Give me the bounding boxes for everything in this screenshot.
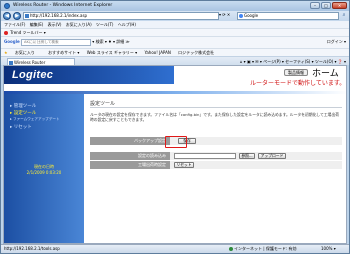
backup-label: バックアップ設定 [90, 137, 170, 145]
sidebar-item-management-tools[interactable]: ▸ 管理ツール [10, 103, 36, 109]
restore-row: 設定の読み込み 参照... アップロード [90, 152, 342, 160]
menu-file[interactable]: ファイル(F) [4, 22, 25, 27]
factory-reset-row: 工場出荷時設定 リセット [90, 161, 342, 169]
sidebar-item-firmware-update[interactable]: ▸ ファームウェアアップデート [10, 117, 60, 122]
title-bar: Wireless Router - Windows Internet Explo… [1, 1, 349, 11]
page-icon [25, 14, 29, 18]
sidebar-item-reset[interactable]: ▸ リセット [10, 124, 32, 130]
factory-reset-value: リセット [170, 161, 342, 169]
trend-toolbar-label[interactable]: Trend ツールバー ▾ [10, 30, 46, 35]
globe-icon [229, 247, 233, 251]
maximize-button[interactable]: □ [321, 2, 331, 9]
upload-button[interactable]: アップロード [258, 153, 286, 159]
page-content: Logitec 製品情報 ホーム ルーターモードで動作しています。 ▸ 管理ツー… [3, 65, 347, 244]
save-button-highlight [165, 136, 187, 148]
address-toolbar: ◀ ▶ http://192.168.2.1/index.asp ▾ ⟳ ✕ G… [1, 11, 349, 21]
ie-logo-icon [4, 3, 10, 9]
google-icon [239, 14, 243, 18]
address-input[interactable]: http://192.168.2.1/index.asp [23, 12, 219, 20]
security-zone-label: インターネット | 保護モード: 有効 [234, 246, 297, 251]
page-description: ルータの現在の設定を保存できます。ファイル名は「config.bin」です。また… [90, 112, 340, 122]
google-toolbar: Google AKに以 比例して検索 ▾ 検索 ▾ ♦ ▾ 詳細 ≫ ログイン … [1, 36, 349, 48]
command-bar[interactable]: ⌂ ▾ ▣ ▾ ✉ ▾ ページ(P) ▾ セーフティ(S) ▾ ツール(O) ▾… [240, 58, 346, 65]
main-panel: 設定ツール ルータの現在の設定を保存できます。ファイル名は「config.bin… [90, 100, 342, 240]
menu-view[interactable]: 表示(V) [48, 22, 62, 27]
sidebar-item-config-tools[interactable]: ▸ 設定ツール [10, 110, 36, 116]
file-path-input[interactable] [174, 153, 236, 159]
router-header: Logitec 製品情報 ホーム ルーターモードで動作しています。 [4, 66, 346, 94]
restore-value: 参照... アップロード [170, 152, 342, 160]
window-controls: – □ ✕ [310, 2, 347, 9]
menu-edit[interactable]: 編集(E) [30, 22, 44, 27]
reset-button[interactable]: リセット [174, 162, 194, 168]
menu-bar: ファイル(F) 編集(E) 表示(V) お気に入り(A) ツール(T) ヘルプ(… [1, 21, 349, 28]
favorites-item[interactable]: Web スライス ギャラリー ▾ [87, 50, 137, 55]
sidebar: ▸ 管理ツール ▸ 設定ツール ▸ ファームウェアアップデート ▸ リセット 現… [4, 94, 84, 243]
tab-bar: Wireless Router ⌂ ▾ ▣ ▾ ✉ ▾ ページ(P) ▾ セーフ… [1, 56, 349, 66]
google-toolbar-input[interactable]: AKに以 比例して検索 [21, 38, 92, 46]
favorites-button[interactable]: ★ お気に入り [4, 50, 41, 55]
security-zone[interactable]: インターネット | 保護モード: 有効 [229, 245, 297, 253]
close-button[interactable]: ✕ [332, 2, 347, 9]
backup-row: バックアップ設定 保存 [90, 137, 342, 145]
window-title: Wireless Router - Windows Internet Explo… [13, 3, 113, 8]
favorites-label: お気に入り [14, 50, 35, 55]
favorites-item[interactable]: Yahoo! JAPAN [144, 50, 170, 55]
trend-icon [4, 31, 8, 35]
current-time-value: 2/1/2009 0:03:20 [26, 170, 62, 175]
status-bar: http://192.168.2.1/tools.asp インターネット | 保… [1, 244, 349, 253]
page-title: 設定ツール [90, 101, 116, 107]
menu-favorites[interactable]: お気に入り(A) [66, 22, 92, 27]
favorites-item[interactable]: おすすめサイト ▾ [48, 50, 79, 55]
browser-window: Wireless Router - Windows Internet Explo… [0, 0, 350, 254]
favorites-item[interactable]: ロジテック株式会社 [178, 50, 214, 55]
favorites-bar: ★ お気に入り おすすめサイト ▾ Web スライス ギャラリー ▾ Yahoo… [1, 48, 349, 56]
title-divider [90, 107, 342, 108]
search-icon[interactable]: ⌕ [340, 12, 348, 20]
logitec-logo: Logitec [12, 69, 54, 81]
google-toolbar-logo: Google [4, 39, 20, 44]
back-button[interactable]: ◀ [3, 12, 11, 20]
trend-toolbar: Trend ツールバー ▾ [1, 28, 349, 36]
menu-tools[interactable]: ツール(T) [96, 22, 114, 27]
refresh-stop-controls[interactable]: ▾ ⟳ ✕ [219, 12, 235, 20]
address-url: http://192.168.2.1/index.asp [30, 13, 88, 18]
restore-label: 設定の読み込み [90, 152, 170, 160]
zoom-control[interactable]: 100% ▾ [321, 245, 336, 253]
page-icon [9, 60, 13, 65]
minimize-button[interactable]: – [310, 2, 320, 9]
search-placeholder: Google [244, 13, 259, 18]
backup-value: 保存 [170, 137, 342, 145]
product-info-button[interactable]: 製品情報 [284, 69, 308, 76]
google-toolbar-buttons[interactable]: ▾ 検索 ▾ ♦ ▾ 詳細 ≫ [92, 39, 129, 44]
menu-help[interactable]: ヘルプ(H) [118, 22, 136, 27]
browse-button[interactable]: 参照... [239, 153, 255, 159]
router-mode-text: ルーターモードで動作しています。 [250, 80, 346, 87]
star-icon: ★ [4, 50, 8, 55]
google-signin-link[interactable]: ログイン ▾ [327, 37, 346, 47]
factory-reset-label: 工場出荷時設定 [90, 161, 170, 169]
status-url: http://192.168.2.1/tools.asp [4, 246, 60, 251]
search-input[interactable]: Google [237, 12, 339, 20]
forward-button[interactable]: ▶ [13, 12, 21, 20]
